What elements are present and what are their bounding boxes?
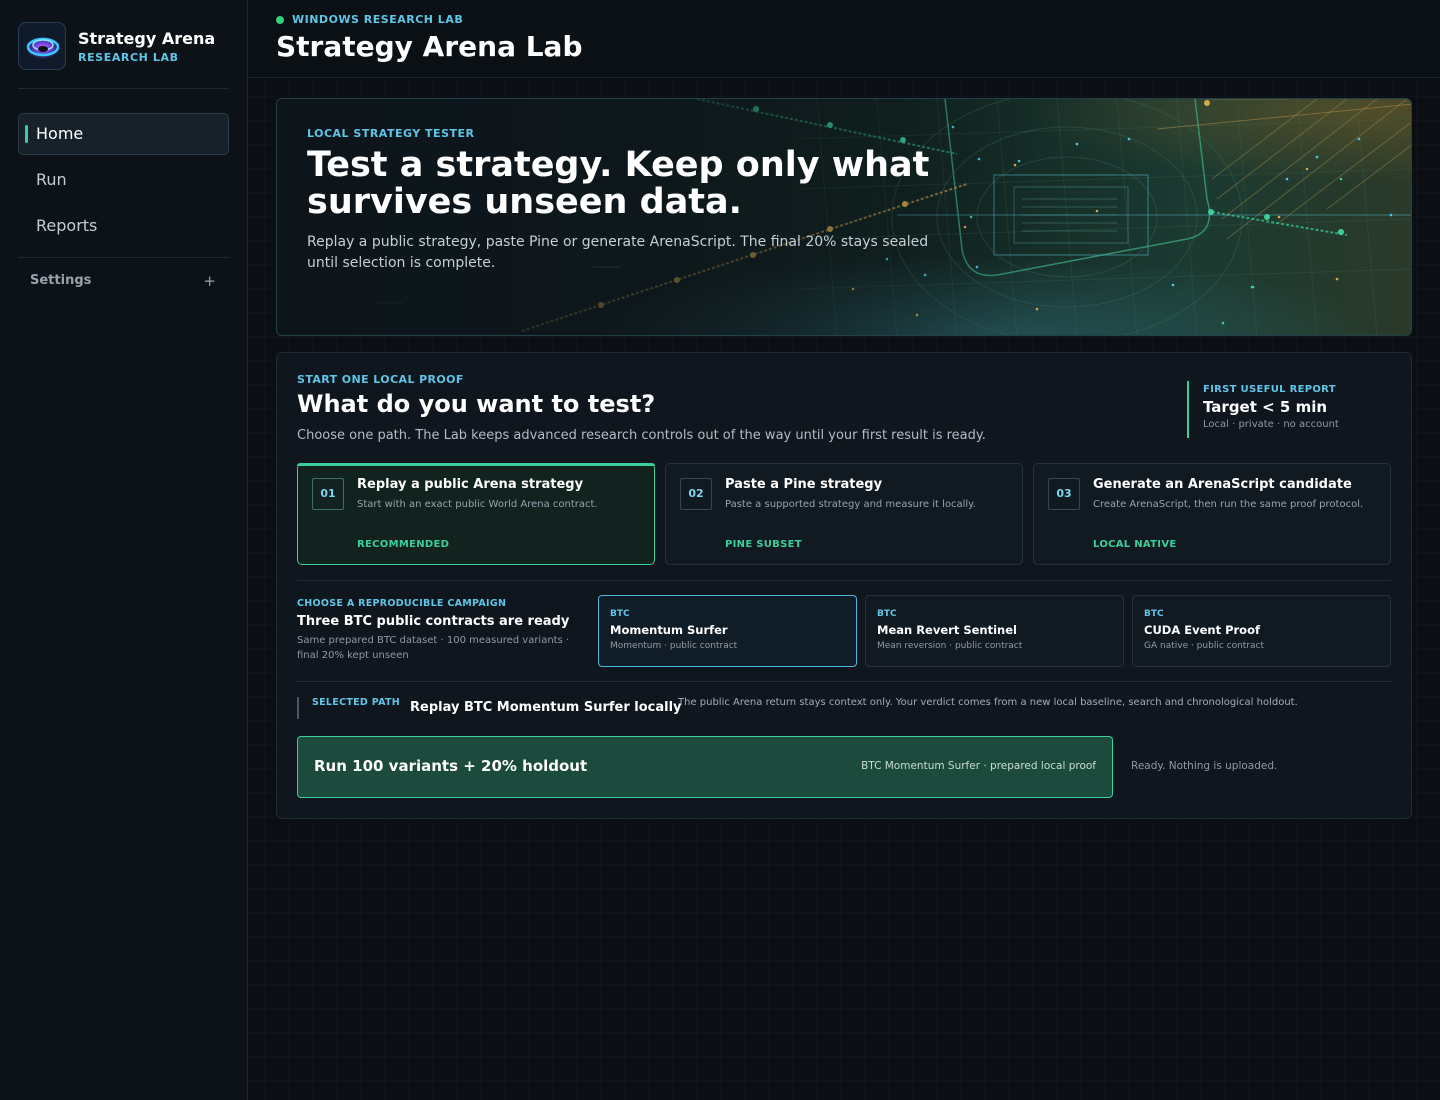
path-tag: RECOMMENDED <box>357 539 450 550</box>
contract-name: Momentum Surfer <box>610 623 728 637</box>
brand[interactable]: Strategy Arena RESEARCH LAB <box>18 22 230 70</box>
contract-asset-tag: BTC <box>1144 609 1164 619</box>
contract-name: Mean Revert Sentinel <box>877 623 1017 637</box>
panel-eyebrow: START ONE LOCAL PROOF <box>297 373 464 386</box>
brand-subtitle: RESEARCH LAB <box>78 51 179 64</box>
path-tag: LOCAL NATIVE <box>1093 539 1177 550</box>
hero-title: Test a strategy. Keep only what survives… <box>307 145 930 222</box>
app-window: Strategy Arena RESEARCH LAB Home Run Rep… <box>0 0 1440 1100</box>
campaign-eyebrow: CHOOSE A REPRODUCIBLE CAMPAIGN <box>297 598 507 609</box>
hero-eyebrow: LOCAL STRATEGY TESTER <box>307 127 475 140</box>
selected-path-note: The public Arena return stays context on… <box>678 697 1298 708</box>
path-number: 03 <box>1048 478 1080 510</box>
campaign-description: Same prepared BTC dataset · 100 measured… <box>297 635 570 661</box>
path-card-replay[interactable]: 01 Replay a public Arena strategy Start … <box>297 463 655 565</box>
path-title: Paste a Pine strategy <box>725 477 883 492</box>
contract-card-mean-revert-sentinel[interactable]: BTC Mean Revert Sentinel Mean reversion … <box>865 595 1124 667</box>
path-title: Replay a public Arena strategy <box>357 477 584 492</box>
path-description: Paste a supported strategy and measure i… <box>725 499 976 510</box>
plus-icon[interactable]: + <box>203 272 216 290</box>
page-header: WINDOWS RESEARCH LAB Strategy Arena Lab <box>248 0 1440 78</box>
path-card-pine[interactable]: 02 Paste a Pine strategy Paste a support… <box>665 463 1023 565</box>
contract-asset-tag: BTC <box>877 609 897 619</box>
arena-logo-icon <box>18 22 66 70</box>
panel-description: Choose one path. The Lab keeps advanced … <box>297 428 986 443</box>
path-description: Start with an exact public World Arena c… <box>357 499 598 510</box>
settings-label: Settings <box>30 273 92 288</box>
section-divider <box>297 580 1391 581</box>
run-status-text: Ready. Nothing is uploaded. <box>1131 760 1278 772</box>
contract-card-cuda-event-proof[interactable]: BTC CUDA Event Proof GA native · public … <box>1132 595 1391 667</box>
run-button-label: Run 100 variants + 20% holdout <box>314 757 588 775</box>
header-eyebrow: WINDOWS RESEARCH LAB <box>292 13 464 26</box>
target-report-box: FIRST USEFUL REPORT Target < 5 min Local… <box>1187 381 1387 438</box>
target-label: FIRST USEFUL REPORT <box>1203 384 1336 395</box>
target-sub: Local · private · no account <box>1203 419 1339 430</box>
selected-path-label: SELECTED PATH <box>312 697 401 708</box>
section-divider <box>297 681 1391 682</box>
path-card-arenascript[interactable]: 03 Generate an ArenaScript candidate Cre… <box>1033 463 1391 565</box>
sidebar: Strategy Arena RESEARCH LAB Home Run Rep… <box>0 0 248 1100</box>
target-value: Target < 5 min <box>1203 398 1328 416</box>
contract-asset-tag: BTC <box>610 609 630 619</box>
hero-banner: LOCAL STRATEGY TESTER Test a strategy. K… <box>276 98 1412 336</box>
nav-item-run[interactable]: Run <box>18 159 229 201</box>
contract-description: Momentum · public contract <box>610 641 738 651</box>
selected-path-value: Replay BTC Momentum Surfer locally <box>410 700 682 715</box>
nav-item-home[interactable]: Home <box>18 113 229 155</box>
contract-name: CUDA Event Proof <box>1144 623 1260 637</box>
start-proof-panel: START ONE LOCAL PROOF What do you want t… <box>276 352 1412 819</box>
selected-path-marker <box>297 697 299 719</box>
path-title: Generate an ArenaScript candidate <box>1093 477 1352 492</box>
status-dot <box>276 16 284 24</box>
settings-section-toggle[interactable]: Settings + <box>30 272 220 290</box>
panel-title: What do you want to test? <box>297 390 656 418</box>
sidebar-divider <box>18 257 229 258</box>
sidebar-divider <box>18 88 229 89</box>
run-proof-button[interactable]: Run 100 variants + 20% holdout BTC Momen… <box>297 736 1113 798</box>
path-tag: PINE SUBSET <box>725 539 802 550</box>
run-button-meta: BTC Momentum Surfer · prepared local pro… <box>861 760 1096 772</box>
hero-description: Replay a public strategy, paste Pine or … <box>307 234 929 271</box>
nav-item-reports[interactable]: Reports <box>18 205 229 247</box>
contract-description: GA native · public contract <box>1144 641 1265 651</box>
path-number: 02 <box>680 478 712 510</box>
path-description: Create ArenaScript, then run the same pr… <box>1093 499 1364 510</box>
contract-description: Mean reversion · public contract <box>877 641 1023 651</box>
contract-card-momentum-surfer[interactable]: BTC Momentum Surfer Momentum · public co… <box>598 595 857 667</box>
brand-name: Strategy Arena <box>78 29 216 48</box>
campaign-title: Three BTC public contracts are ready <box>297 614 570 629</box>
page-title: Strategy Arena Lab <box>276 30 583 63</box>
path-number: 01 <box>312 478 344 510</box>
